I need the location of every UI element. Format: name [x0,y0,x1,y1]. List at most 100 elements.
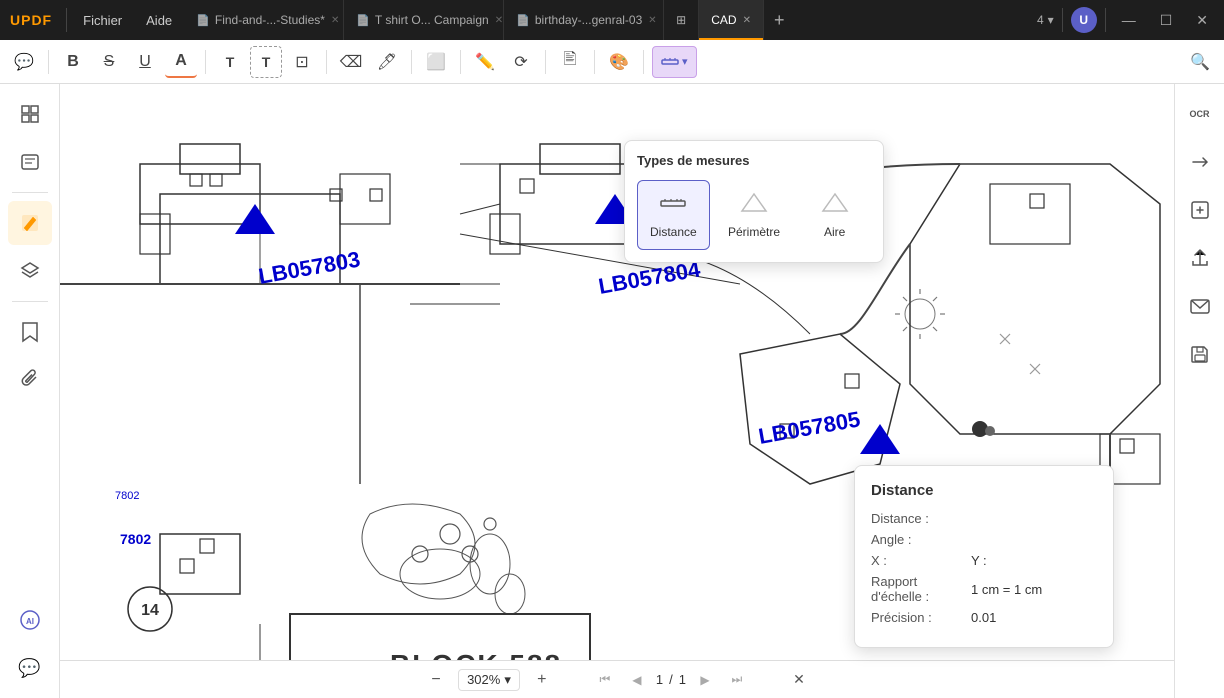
tab-grid[interactable]: ⊞ [664,0,699,40]
minimize-button[interactable]: — [1114,12,1144,28]
sidebar-convert[interactable] [1178,140,1222,184]
save-icon [1189,343,1211,365]
underline-tool[interactable]: U [129,46,161,78]
zoom-value: 302% [467,672,500,687]
sidebar-edit[interactable] [8,201,52,245]
eraser-tool[interactable]: ⌫ [335,46,367,78]
tab-birthday-close[interactable]: ✕ [648,15,656,26]
mesure-perimetre[interactable]: Périmètre [718,180,791,250]
menu-aide[interactable]: Aide [134,0,184,40]
svg-text:14: 14 [141,602,159,619]
page-sep: / [669,672,673,687]
highlight-tool[interactable]: 🖊 [371,46,403,78]
toolbar-sep-7 [594,50,595,74]
draw-tool[interactable]: ⟳ [505,46,537,78]
ai-icon: AI [19,609,41,631]
toolbar-sep-8 [643,50,644,74]
sidebar-sep-2 [12,301,48,302]
distance-label-2: Angle : [871,532,971,547]
text-box2-tool[interactable]: T [250,46,282,78]
sidebar-save[interactable] [1178,332,1222,376]
tab-birthday-icon: 📄 [516,14,530,27]
maximize-button[interactable]: ☐ [1152,12,1181,29]
distance-label-x: X : [871,553,971,568]
menu-fichier[interactable]: Fichier [71,0,134,40]
page-last-button[interactable]: ⏭ [724,667,750,693]
shapes-tool[interactable]: ⬜ [420,46,452,78]
annotation-icon [20,152,40,172]
tab-studies[interactable]: 📄 Find-and-...-Studies* ✕ [184,0,344,40]
sidebar-bookmark[interactable] [8,310,52,354]
sidebar-compress[interactable] [1178,188,1222,232]
tab-cad-label: CAD [711,13,736,27]
sidebar-attachment[interactable] [8,358,52,402]
updf-logo: UPDF [0,0,62,40]
canvas-area[interactable]: LB057803 LB057804 LB057805 14 15 BLOCK 5… [60,84,1174,698]
perimetre-icon [740,191,768,221]
page-count[interactable]: 4 ▾ [1037,13,1054,27]
right-sidebar: OCR [1174,84,1224,698]
svg-text:AI: AI [26,617,34,626]
sidebar-share[interactable] [1178,236,1222,280]
bottombar-close-button[interactable]: ✕ [786,667,812,693]
zoom-in-button[interactable]: + [528,666,556,694]
aire-label: Aire [824,225,845,239]
measure-icon [661,53,679,71]
user-avatar[interactable]: U [1071,7,1097,33]
tab-cad-close[interactable]: ✕ [743,15,751,26]
text-box-tool[interactable]: T [214,46,246,78]
sidebar-ai[interactable]: AI [8,598,52,642]
page-next-button[interactable]: ▶ [692,667,718,693]
close-button[interactable]: ✕ [1188,12,1216,29]
strikethrough-tool[interactable]: S [93,46,125,78]
distance-label: Distance [650,225,697,239]
titlebar: UPDF Fichier Aide 📄 Find-and-...-Studies… [0,0,1224,40]
mesure-distance[interactable]: Distance [637,180,710,250]
tabs-area: 📄 Find-and-...-Studies* ✕ 📄 T shirt O...… [184,0,1029,40]
svg-text:7802: 7802 [120,531,151,547]
zoom-chevron-icon: ▾ [504,672,511,688]
mesures-options: Distance Périmètre Aire [637,180,871,250]
sidebar-ocr[interactable]: OCR [1178,92,1222,136]
fill-color-tool[interactable]: 🎨 [603,46,635,78]
sidebar-layers[interactable] [8,249,52,293]
distance-row-5: Précision : 0.01 [871,610,1097,625]
mesures-popup: Types de mesures Distance [624,140,884,263]
chevron-down-icon: ▾ [1048,13,1054,27]
toolbar: 💬 B S U A T T ⊡ ⌫ 🖊 ⬜ ✏️ ⟳ 🖹 🎨 ▾ 🔍 [0,40,1224,84]
tab-studies-close[interactable]: ✕ [331,15,339,26]
sidebar-mail[interactable] [1178,284,1222,328]
distance-panel: Distance Distance : Angle : X : Y : Rapp… [854,465,1114,648]
measure-tool[interactable]: ▾ [652,46,697,78]
bottombar: − 302% ▾ + ⏮ ◀ 1 / 1 ▶ ⏭ ✕ [60,660,1174,698]
left-sidebar: AI 💬 [0,84,60,698]
page-prev-button[interactable]: ◀ [624,667,650,693]
tab-tshirt-close[interactable]: ✕ [495,15,503,26]
distance-label-1: Distance : [871,511,971,526]
tab-add-button[interactable]: + [764,10,795,31]
sidebar-thumbnail[interactable] [8,92,52,136]
text-color-tool[interactable]: A [165,46,197,78]
zoom-display[interactable]: 302% ▾ [458,669,520,691]
mesures-title: Types de mesures [637,153,871,168]
tab-tshirt[interactable]: 📄 T shirt O... Campaign ✕ [344,0,504,40]
sidebar-annotation[interactable] [8,140,52,184]
pen-tool[interactable]: ✏️ [469,46,501,78]
search-btn[interactable]: 🔍 [1184,46,1216,78]
toolbar-sep-4 [411,50,412,74]
tab-birthday[interactable]: 📄 birthday-...genral-03 ✕ [504,0,664,40]
sidebar-chat[interactable]: 💬 [8,646,52,690]
distance-icon [659,191,687,221]
bold-tool[interactable]: B [57,46,89,78]
toolbar-sep-3 [326,50,327,74]
mesure-aire[interactable]: Aire [798,180,871,250]
comment-tool[interactable]: 💬 [8,46,40,78]
zoom-out-button[interactable]: − [422,666,450,694]
page-first-button[interactable]: ⏮ [592,667,618,693]
stamp-tool[interactable]: 🖹 [554,46,586,78]
distance-row-4: Rapport d'échelle : 1 cm = 1 cm [871,574,1097,604]
layers-icon [20,261,40,281]
toolbar-sep-2 [205,50,206,74]
text-area-tool[interactable]: ⊡ [286,46,318,78]
tab-cad[interactable]: CAD ✕ [699,0,764,40]
